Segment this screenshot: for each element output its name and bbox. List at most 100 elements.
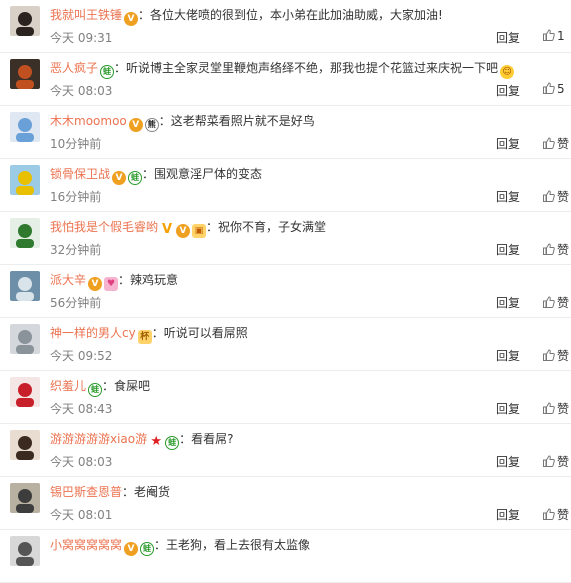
comment-line: 我就叫王铁锤 V ：各位大佬喷的很到位，本小弟在此加油助威，大家加油!: [50, 6, 443, 26]
like-button[interactable]: 赞: [543, 453, 569, 470]
reply-button[interactable]: 回复: [496, 241, 520, 258]
user-avatar[interactable]: [10, 165, 40, 195]
username-link[interactable]: 游游游游游xiao游: [50, 432, 147, 446]
username-link[interactable]: 恶人疯子: [50, 61, 98, 75]
like-button[interactable]: 赞: [543, 188, 569, 205]
user-avatar[interactable]: [10, 377, 40, 407]
reply-button[interactable]: 回复: [496, 188, 520, 205]
thumb-up-icon: [543, 137, 555, 149]
reply-button[interactable]: 回复: [496, 347, 520, 364]
like-button[interactable]: 5: [543, 82, 565, 96]
emoji-icon: ☺: [500, 65, 515, 79]
like-button[interactable]: 赞: [543, 241, 569, 258]
user-avatar[interactable]: [10, 6, 40, 36]
vip-badge-icon: V: [124, 542, 139, 556]
thumb-up-icon: [543, 349, 555, 361]
thumb-up-icon: [543, 402, 555, 414]
vip-badge-icon: V: [128, 118, 143, 132]
cup-badge-icon: 杯: [137, 330, 152, 344]
comment-line: 恶人疯子蛙：听说博主全家灵堂里鞭炮声络绎不绝，那我也提个花篮过来庆祝一下吧 ☺: [50, 59, 515, 79]
username-link[interactable]: 织羞儿: [50, 379, 86, 393]
comment-text: ：各位大佬喷的很到位，本小弟在此加油助威，大家加油!: [138, 8, 443, 22]
frog-badge-icon: 蛙: [140, 542, 155, 556]
frog-badge-icon: 蛙: [128, 171, 143, 185]
comment-time: 今天 09:31: [50, 31, 113, 45]
comment-time: 16分钟前: [50, 190, 102, 204]
username-link[interactable]: 小窝窝窝窝窝: [50, 538, 122, 552]
like-count: 赞: [557, 508, 570, 522]
user-avatar[interactable]: [10, 59, 40, 89]
like-button[interactable]: 赞: [543, 294, 569, 311]
comment-text: ：祝你不育，子女满堂: [206, 220, 327, 234]
like-count: 赞: [557, 190, 570, 204]
comment-list: 我就叫王铁锤 V ：各位大佬喷的很到位，本小弟在此加油助威，大家加油! 今天 09:3…: [0, 0, 571, 583]
comment-row: 派大辛 V ♥ ：辣鸡玩意 56分钟前 回复 赞: [0, 265, 571, 318]
comment-line: 派大辛 V ♥ ：辣鸡玩意: [50, 271, 179, 291]
reply-button[interactable]: 回复: [496, 506, 520, 523]
comment-time: 56分钟前: [50, 296, 102, 310]
user-avatar[interactable]: [10, 218, 40, 248]
reply-button[interactable]: 回复: [496, 82, 520, 99]
user-avatar[interactable]: [10, 324, 40, 354]
comment-line: 神一样的男人cy 杯：听说可以看屌照: [50, 324, 248, 344]
comment-row: 织羞儿蛙：食屎吧今天 08:43 回复 赞: [0, 371, 571, 424]
comment-row: 锡巴斯查恩普：老阉货 今天 08:01 回复 赞: [0, 477, 571, 530]
frog-badge-icon: 蛙: [165, 436, 180, 450]
comment-row: 小窝窝窝窝窝 V 蛙：王老狗，看上去很有太监像: [0, 530, 571, 583]
like-count: 赞: [557, 455, 570, 469]
user-avatar[interactable]: [10, 536, 40, 566]
comment-text: ：辣鸡玩意: [118, 273, 179, 287]
comment-line: 锁骨保卫战 V 蛙：围观意淫尸体的变态: [50, 165, 262, 185]
username-link[interactable]: 我就叫王铁锤: [50, 8, 122, 22]
comment-row: 恶人疯子蛙：听说博主全家灵堂里鞭炮声络绎不绝，那我也提个花篮过来庆祝一下吧 ☺ 今天…: [0, 53, 571, 106]
username-link[interactable]: 锡巴斯查恩普: [50, 485, 122, 499]
like-button[interactable]: 赞: [543, 400, 569, 417]
comment-row: 木木moomoo V 熊：这老帮菜看照片就不是好鸟 10分钟前 回复 赞: [0, 106, 571, 159]
comment-time: 32分钟前: [50, 243, 102, 257]
comment-time: 今天 08:43: [50, 402, 113, 416]
user-avatar[interactable]: [10, 483, 40, 513]
username-link[interactable]: 神一样的男人cy: [50, 326, 136, 340]
comment-text: ：老阉货: [122, 485, 171, 499]
like-button[interactable]: 1: [543, 29, 565, 43]
reply-button[interactable]: 回复: [496, 453, 520, 470]
username-link[interactable]: 锁骨保卫战: [50, 167, 110, 181]
thumb-up-icon: [543, 455, 555, 467]
username-link[interactable]: 木木moomoo: [50, 114, 127, 128]
comment-line: 我怕我是个假毛睿哟 V V ▣ ：祝你不育，子女满堂: [50, 218, 327, 238]
comment-row: 我怕我是个假毛睿哟 V V ▣ ：祝你不育，子女满堂 32分钟前 回复赞: [0, 212, 571, 265]
comment-text: ：食屎吧: [102, 379, 151, 393]
comment-time: 今天 08:03: [50, 455, 113, 469]
vip-badge-icon: V: [88, 277, 103, 291]
user-avatar[interactable]: [10, 430, 40, 460]
like-button[interactable]: 赞: [543, 506, 569, 523]
like-count: 赞: [557, 402, 570, 416]
like-button[interactable]: 赞: [543, 347, 569, 364]
like-button[interactable]: 赞: [543, 135, 569, 152]
vip-badge-icon: V: [176, 224, 191, 238]
username-link[interactable]: 派大辛: [50, 273, 86, 287]
reply-button[interactable]: 回复: [496, 294, 520, 311]
comment-time: 今天 09:52: [50, 349, 113, 363]
comment-text: ：看看屌?: [179, 432, 234, 446]
comment-line: 小窝窝窝窝窝 V 蛙：王老狗，看上去很有太监像: [50, 536, 310, 556]
comment-row: 我就叫王铁锤 V ：各位大佬喷的很到位，本小弟在此加油助威，大家加油! 今天 09:3…: [0, 0, 571, 53]
comment-text: ：听说博主全家灵堂里鞭炮声络绎不绝，那我也提个花篮过来庆祝一下吧: [114, 61, 499, 75]
heart-badge-icon: ♥: [104, 277, 119, 291]
reply-button[interactable]: 回复: [496, 400, 520, 417]
thumb-up-icon: [543, 190, 555, 202]
frog-badge-icon: 蛙: [88, 383, 103, 397]
thumb-up-icon: [543, 296, 555, 308]
username-link[interactable]: 我怕我是个假毛睿哟: [50, 220, 158, 234]
reply-button[interactable]: 回复: [496, 135, 520, 152]
thumb-up-icon: [543, 508, 555, 520]
comment-time: 今天 08:03: [50, 84, 113, 98]
reply-button[interactable]: 回复: [496, 29, 520, 46]
like-count: 1: [557, 29, 565, 43]
user-avatar[interactable]: [10, 271, 40, 301]
like-count: 赞: [557, 296, 570, 310]
thumb-up-icon: [543, 243, 555, 255]
user-avatar[interactable]: [10, 112, 40, 142]
thumb-up-icon: [543, 29, 555, 41]
vip-badge-icon: V: [112, 171, 127, 185]
